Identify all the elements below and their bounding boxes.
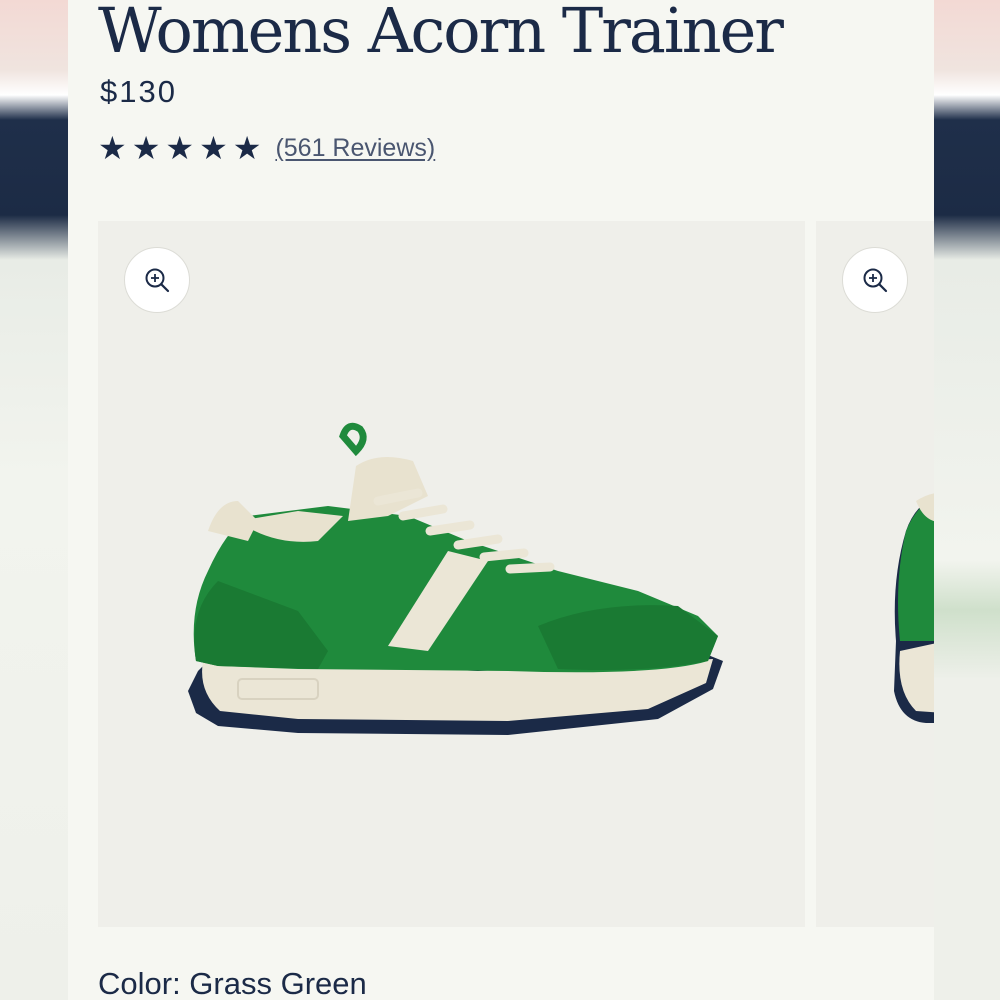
star-icon: ★ — [98, 130, 127, 166]
reviews-link[interactable]: (561 Reviews) — [275, 134, 435, 163]
product-image-card[interactable] — [98, 221, 805, 927]
backdrop-left — [0, 0, 68, 1000]
sneaker-image-partial — [894, 493, 934, 723]
star-icon: ★ — [232, 130, 262, 166]
zoom-in-icon — [145, 268, 170, 293]
zoom-button[interactable] — [124, 247, 190, 313]
product-image-card-next[interactable] — [816, 221, 934, 927]
rating-row: ★ ★ ★ ★ ★ (561 Reviews) — [98, 130, 435, 166]
star-icon: ★ — [199, 130, 228, 166]
star-icon: ★ — [165, 130, 195, 166]
sneaker-image — [188, 422, 723, 735]
zoom-button[interactable] — [842, 247, 908, 313]
product-price: $130 — [100, 74, 177, 109]
backdrop-right — [934, 0, 1000, 1000]
zoom-in-icon — [863, 268, 888, 293]
star-icon: ★ — [131, 130, 161, 166]
color-label: Color: Grass Green — [98, 966, 367, 1000]
star-rating: ★ ★ ★ ★ ★ — [98, 130, 261, 166]
product-page: Womens Acorn Trainer $130 ★ ★ ★ ★ ★ (561… — [68, 0, 934, 1000]
product-title: Womens Acorn Trainer — [98, 0, 784, 67]
